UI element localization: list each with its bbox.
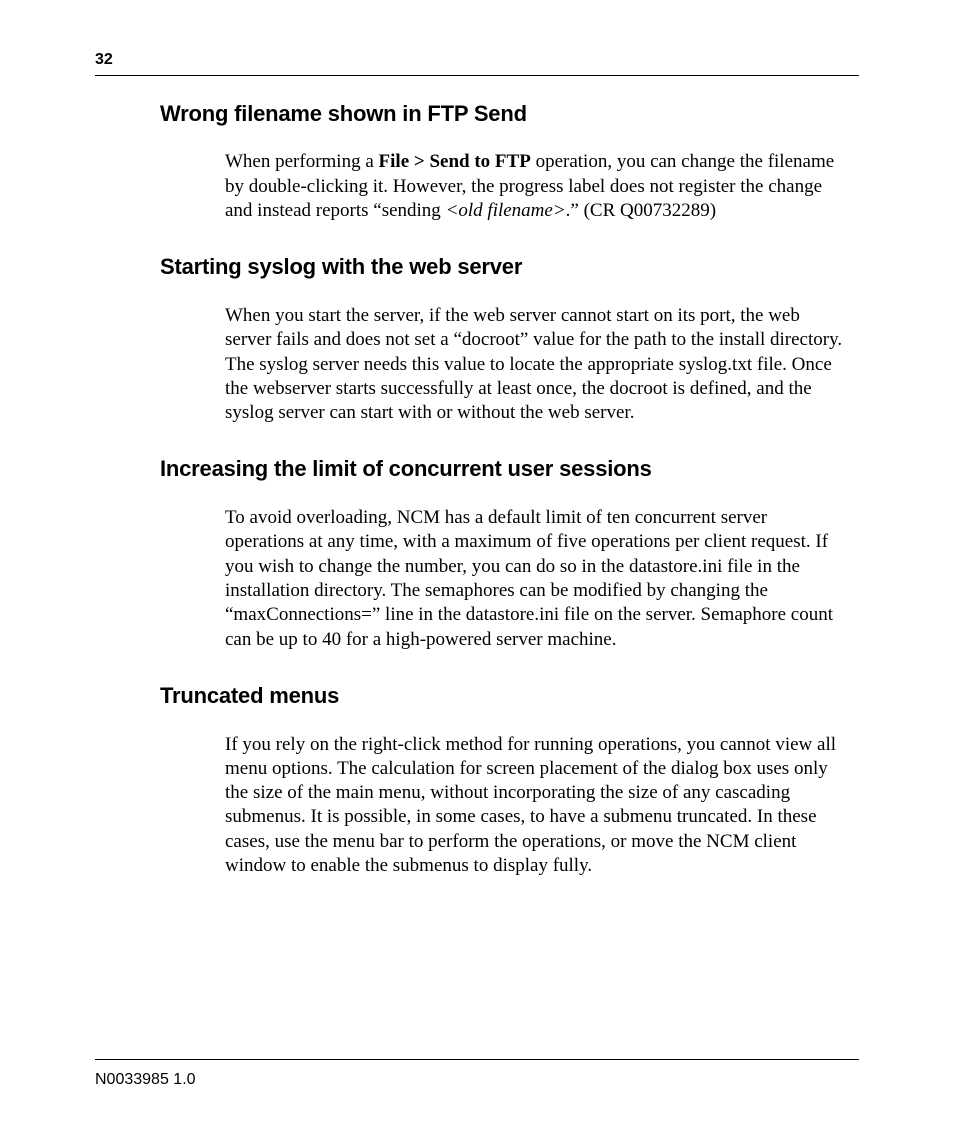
menu-path: File > Send to FTP	[379, 151, 531, 172]
para-concurrent-sessions: To avoid overloading, NCM has a default …	[225, 506, 849, 652]
footer-rule	[95, 1059, 859, 1060]
text-run: .” (CR Q00732289)	[566, 200, 716, 221]
page: 32 Wrong filename shown in FTP Send When…	[0, 0, 954, 1145]
header-rule	[95, 75, 859, 76]
heading-truncated-menus: Truncated menus	[160, 682, 859, 711]
text-run: When performing a	[225, 151, 379, 172]
heading-ftp-send: Wrong filename shown in FTP Send	[160, 100, 859, 129]
heading-syslog: Starting syslog with the web server	[160, 253, 859, 282]
para-truncated-menus: If you rely on the right-click method fo…	[225, 733, 849, 879]
footer: N0033985 1.0	[95, 1051, 859, 1091]
content-area: Wrong filename shown in FTP Send When pe…	[95, 100, 859, 879]
heading-concurrent-sessions: Increasing the limit of concurrent user …	[160, 455, 859, 484]
para-ftp-send: When performing a File > Send to FTP ope…	[225, 150, 849, 223]
filename-placeholder: <old filename>	[446, 200, 566, 221]
para-syslog: When you start the server, if the web se…	[225, 304, 849, 426]
page-number: 32	[95, 50, 859, 71]
document-id: N0033985 1.0	[95, 1071, 196, 1088]
